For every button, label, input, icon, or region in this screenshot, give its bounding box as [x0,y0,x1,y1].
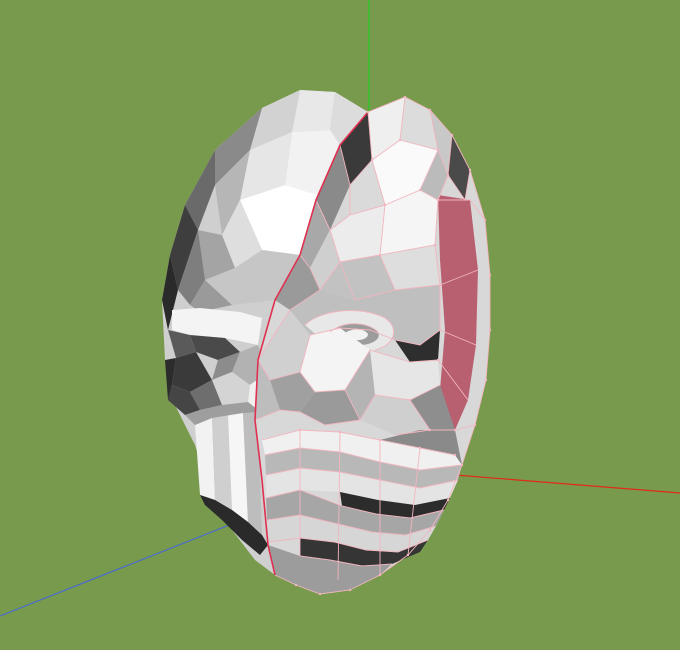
mesh-vertex [348,588,352,592]
mesh-vertex [453,453,457,457]
mesh-vertex [406,553,410,557]
mesh-vertex [436,358,440,362]
mesh-vertex [488,273,492,277]
mesh-vertex [433,243,437,247]
mesh-vertex [468,168,472,172]
mesh-vertex [383,203,387,207]
mesh-vertex [298,428,302,432]
mesh-vertex [366,110,370,114]
viewport-canvas[interactable] [0,0,680,650]
mesh-vertex [428,528,432,532]
mesh-vertex [446,173,450,177]
mesh-vertex [418,188,422,192]
mesh-vertex [403,95,407,99]
mesh-vertex [438,283,442,287]
mesh-vertex [436,148,440,152]
mesh-vertex [318,592,322,596]
mesh-vertex [378,253,382,257]
mesh-vertex [428,428,432,432]
mesh-vertex [378,438,382,442]
mesh-vertex [483,218,487,222]
mesh-vertex [428,108,432,112]
mesh-vertex [378,573,382,577]
mesh-vertex [338,430,342,434]
mesh-vertex [398,138,402,142]
mesh-vertex [473,423,477,427]
mesh-vertex [418,446,422,450]
mesh-vertex [460,463,464,467]
mesh-vertex [446,498,450,502]
mesh-vertex [453,428,457,432]
mesh-vertex [370,158,374,162]
mesh-vertex [408,398,412,402]
3d-viewport[interactable] [0,0,680,650]
mesh-vertex [488,328,492,332]
mesh-vertex [450,133,454,137]
mesh-vertex [438,328,442,332]
mesh-vertex [484,378,488,382]
mesh-vertex [294,583,298,587]
mesh-vertex [436,198,440,202]
